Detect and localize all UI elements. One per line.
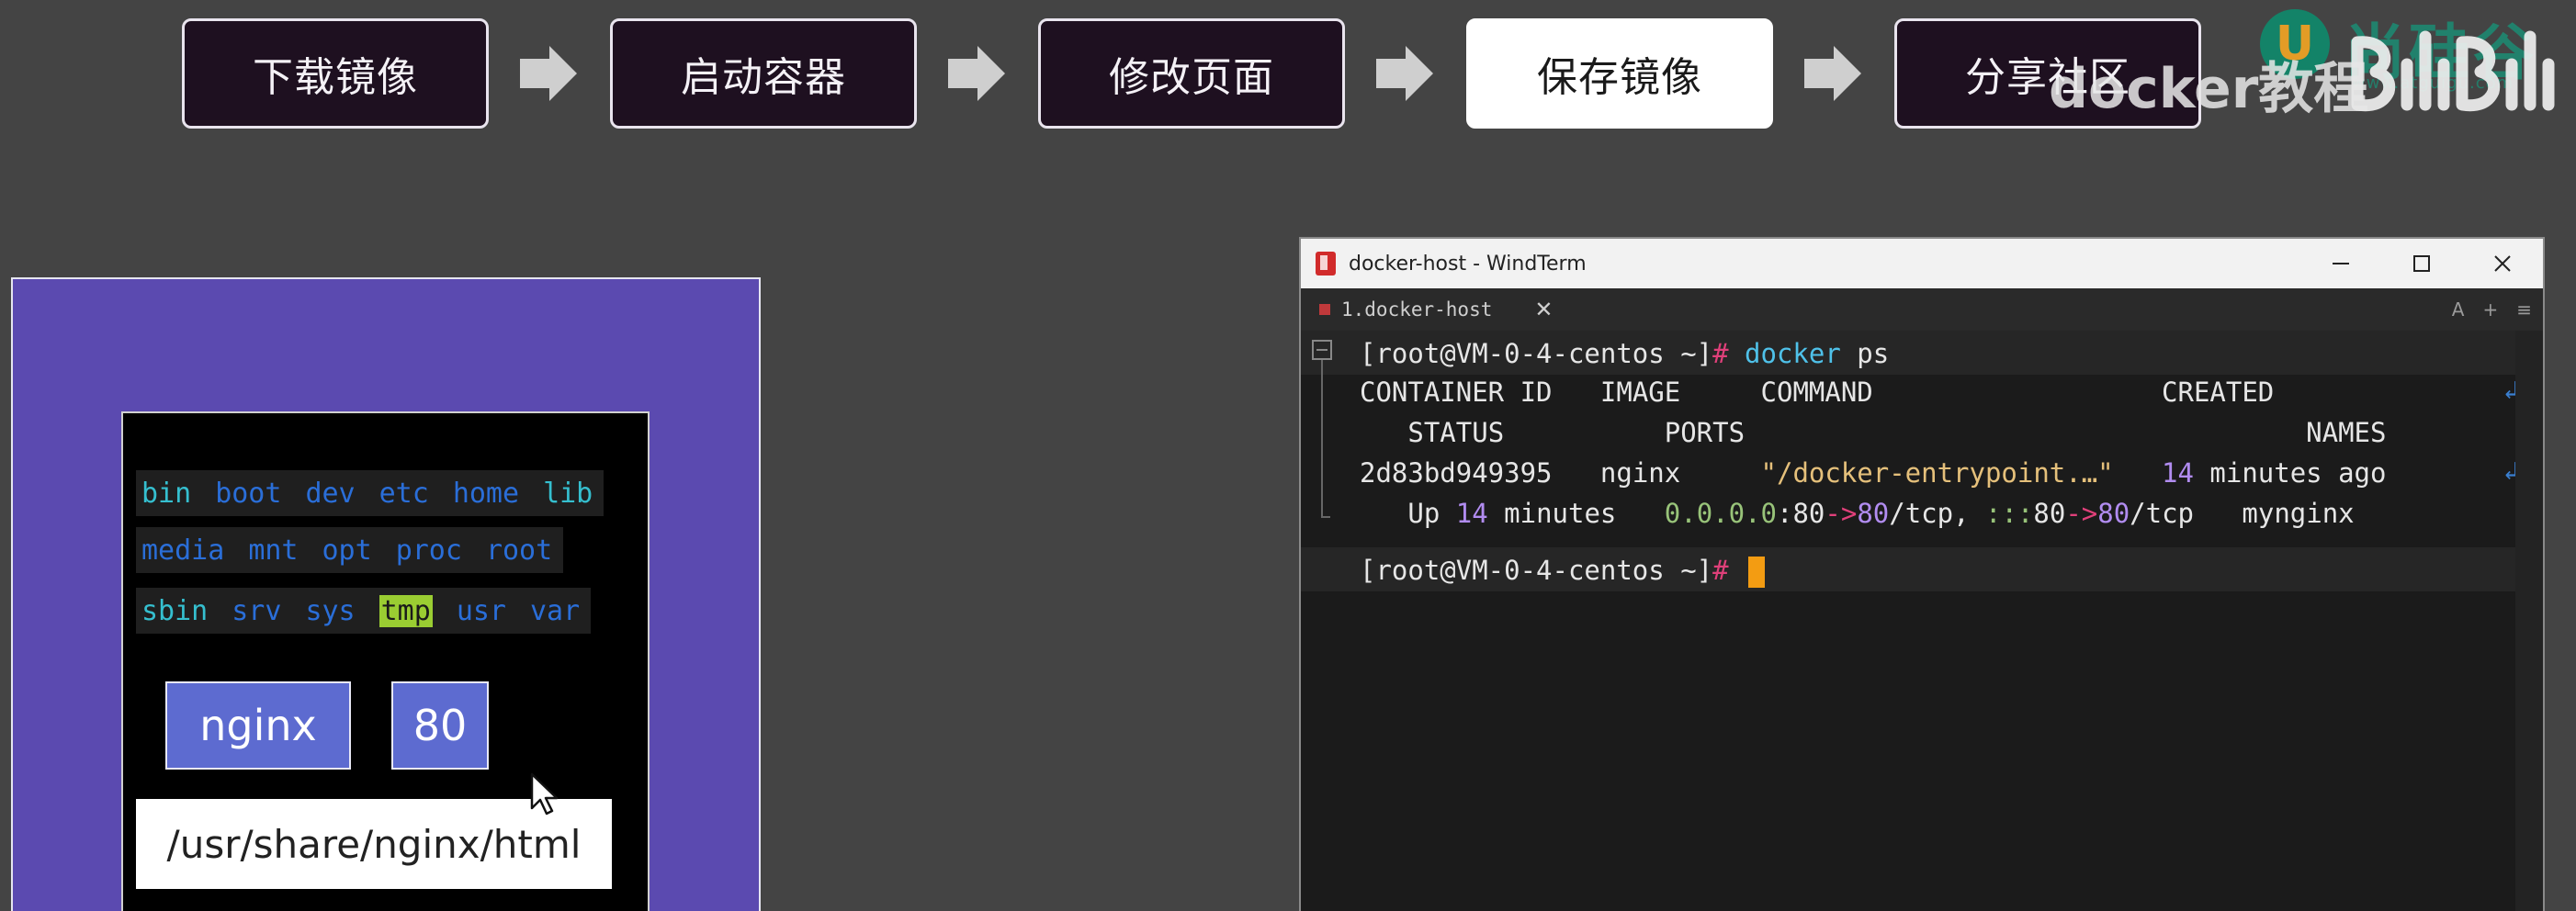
- terminal-container-row-2: Up 14 minutes 0.0.0.0:80->80/tcp, :::80-…: [1407, 498, 2355, 529]
- status-prefix: Up: [1407, 498, 1441, 529]
- col-image: IMAGE: [1599, 377, 1681, 408]
- port-host-1: 80: [1792, 498, 1825, 529]
- terminal-output[interactable]: [root@VM-0-4-centos ~]# docker ps CONTAI…: [1301, 331, 2519, 911]
- dir-srv: srv: [232, 594, 282, 627]
- menu-icon[interactable]: ≡: [2516, 298, 2532, 321]
- dir-tmp: tmp: [378, 594, 433, 627]
- step-save-image: 保存镜像: [1466, 18, 1773, 129]
- port-ipv4: 0.0.0.0: [1664, 498, 1777, 529]
- dir-row-3: sbin srv sys tmp usr var: [136, 588, 592, 634]
- step-start-container: 启动容器: [610, 18, 917, 129]
- session-tab-icon: [1319, 304, 1330, 315]
- container-id: 2d83bd949395: [1360, 457, 1553, 489]
- command-name: docker: [1745, 338, 1841, 369]
- created-number: 14: [2162, 457, 2194, 489]
- dir-home: home: [452, 477, 520, 510]
- course-watermark: docker教程: [2049, 57, 2369, 121]
- dir-root: root: [485, 534, 553, 567]
- port-container-2: 80: [2097, 498, 2130, 529]
- maximize-button[interactable]: [2381, 239, 2462, 288]
- window-title: docker-host - WindTerm: [1349, 252, 1587, 276]
- port-box: 80: [391, 681, 489, 770]
- port-arrow-2: ->: [2065, 498, 2098, 529]
- port-arrow-1: ->: [1825, 498, 1858, 529]
- terminal-line-command: [root@VM-0-4-centos ~]# docker ps: [1360, 334, 1889, 373]
- bilibili-logo-icon: [2348, 24, 2559, 119]
- terminal-cursor: [1748, 557, 1766, 588]
- status-unit: minutes: [1504, 498, 1617, 529]
- col-container-id: CONTAINER ID: [1360, 377, 1553, 408]
- prompt: [root@VM-0-4-centos ~]: [1360, 338, 1713, 369]
- vertical-scrollbar[interactable]: [2515, 331, 2543, 911]
- port-proto-1: /tcp,: [1889, 498, 1970, 529]
- step-arrow-icon: [516, 44, 581, 103]
- col-ports: PORTS: [1664, 417, 1746, 448]
- dir-opt: opt: [322, 534, 372, 567]
- container-image: nginx: [1599, 457, 1681, 489]
- mouse-pointer-icon: [529, 771, 560, 821]
- terminal-header-row-2: STATUS PORTS NAMES: [1360, 413, 2386, 452]
- dir-mnt: mnt: [248, 534, 299, 567]
- prompt-hash: #: [1712, 555, 1729, 586]
- port-host-2: 80: [2033, 498, 2066, 529]
- minimize-button[interactable]: [2300, 239, 2381, 288]
- dir-sbin: sbin: [141, 594, 209, 627]
- dir-etc: etc: [378, 477, 429, 510]
- tab-tools: A + ≡: [2452, 288, 2532, 331]
- dir-lib: lib: [543, 477, 593, 510]
- close-button[interactable]: [2462, 239, 2543, 288]
- dir-proc: proc: [395, 534, 462, 567]
- terminal-header-row-1: CONTAINER ID IMAGE COMMAND CREATED: [1360, 373, 2274, 411]
- container-name: mynginx: [2242, 498, 2355, 529]
- dir-bin: bin: [141, 477, 192, 510]
- col-status: STATUS: [1407, 417, 1505, 448]
- windterm-app-icon: [1316, 252, 1336, 276]
- dir-usr: usr: [456, 594, 506, 627]
- dir-boot: boot: [215, 477, 282, 510]
- dir-sys: sys: [305, 594, 356, 627]
- tab-close-icon[interactable]: ✕: [1534, 297, 1553, 322]
- fold-guide: [1321, 360, 1323, 518]
- fold-toggle-icon[interactable]: [1312, 340, 1332, 360]
- step-download-image: 下载镜像: [182, 18, 489, 129]
- col-created: CREATED: [2162, 377, 2275, 408]
- col-command: COMMAND: [1760, 377, 1873, 408]
- windterm-window: docker-host - WindTerm 1.docker-host ✕ A…: [1299, 237, 2545, 911]
- title-bar: docker-host - WindTerm: [1301, 239, 2543, 288]
- terminal-container-row-1: 2d83bd949395 nginx "/docker-entrypoint.……: [1360, 454, 2386, 492]
- created-unit: minutes ago: [2209, 457, 2387, 489]
- col-names: NAMES: [2306, 417, 2387, 448]
- terminal-line-prompt: [root@VM-0-4-centos ~]#: [1360, 551, 1766, 590]
- tab-docker-host[interactable]: 1.docker-host: [1341, 298, 1492, 321]
- dir-row-1: bin boot dev etc home lib: [136, 470, 604, 516]
- font-size-icon[interactable]: A: [2452, 298, 2465, 321]
- status-number: 14: [1455, 498, 1488, 529]
- command-arg: ps: [1857, 338, 1890, 369]
- port-proto-2: /tcp: [2130, 498, 2195, 529]
- slide: 下载镜像 启动容器 修改页面 保存镜像 分享社区 U 尚硅谷 www.atgui…: [0, 0, 2576, 911]
- step-arrow-icon: [1801, 44, 1865, 103]
- dir-dev: dev: [305, 477, 356, 510]
- step-modify-page: 修改页面: [1038, 18, 1345, 129]
- container-command: "/docker-entrypoint.…": [1760, 457, 2114, 489]
- dir-var: var: [530, 594, 581, 627]
- prompt: [root@VM-0-4-centos ~]: [1360, 555, 1713, 586]
- dir-row-2: media mnt opt proc root: [136, 527, 564, 573]
- dir-media: media: [141, 534, 225, 567]
- step-arrow-icon: [944, 44, 1009, 103]
- port-ipv6: :::: [1985, 498, 2034, 529]
- fold-guide-end: [1321, 516, 1330, 518]
- prompt-hash: #: [1712, 338, 1729, 369]
- tab-bar: 1.docker-host ✕ A + ≡: [1301, 288, 2543, 331]
- nginx-app-box: nginx: [165, 681, 351, 770]
- step-arrow-icon: [1373, 44, 1437, 103]
- new-tab-icon[interactable]: +: [2482, 298, 2498, 321]
- port-container-1: 80: [1857, 498, 1890, 529]
